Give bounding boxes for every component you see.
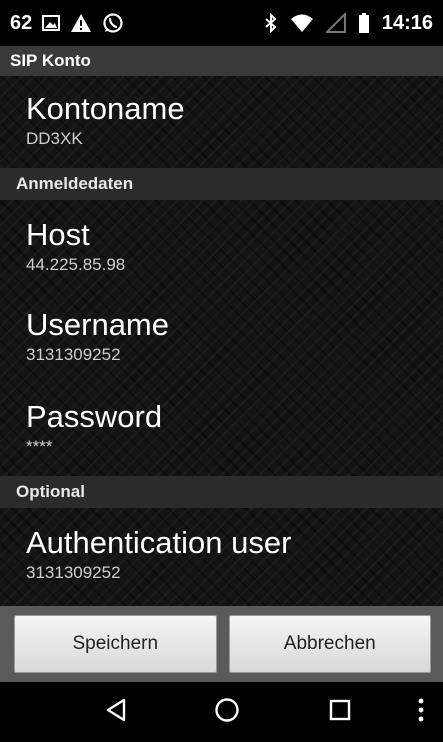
pref-username[interactable]: Username 3131309252 [0,292,443,384]
signal-icon [325,13,346,33]
pref-summary: **** [26,437,53,456]
back-icon [105,698,127,727]
recents-button[interactable] [316,682,364,742]
pref-summary: 3131309252 [26,563,121,582]
pref-summary: 44.225.85.98 [26,255,126,274]
overflow-menu-button[interactable] [406,682,436,742]
status-bar: 62 14:16 [0,0,443,46]
settings-screen: SIP Konto Kontoname DD3XK Anmeldedaten H… [0,46,443,606]
pref-title: Password [26,399,163,434]
battery-icon [358,13,370,33]
pref-host[interactable]: Host 44.225.85.98 [0,200,443,292]
cancel-button[interactable]: Abbrechen [228,615,431,673]
pref-account-name[interactable]: Kontoname DD3XK [0,76,443,168]
pref-title: Username [26,307,169,342]
home-button[interactable] [203,682,251,742]
whatsapp-icon [102,12,124,34]
button-bar: Speichern Abbrechen [0,606,443,682]
pref-title: Kontoname [26,91,185,126]
pref-summary: DD3XK [26,129,83,148]
pref-title: Host [26,217,90,252]
pref-title: Authentication user [26,525,292,560]
bluetooth-icon [264,13,278,33]
home-icon [214,697,240,728]
clock: 14:16 [381,11,433,34]
wifi-icon [290,13,314,33]
pref-summary: 3131309252 [26,345,121,364]
overflow-menu-icon [418,698,424,727]
section-header-optional: Optional [0,476,443,508]
notification-count: 62 [10,11,33,34]
back-button[interactable] [92,682,140,742]
warning-icon [70,13,92,33]
section-header-login: Anmeldedaten [0,168,443,200]
recents-icon [329,699,351,726]
pref-auth-user[interactable]: Authentication user 3131309252 [0,508,443,600]
screen-title: SIP Konto [0,46,443,76]
image-icon [42,15,61,31]
pref-password[interactable]: Password **** [0,384,443,476]
navigation-bar [0,682,443,742]
save-button[interactable]: Speichern [14,615,217,673]
